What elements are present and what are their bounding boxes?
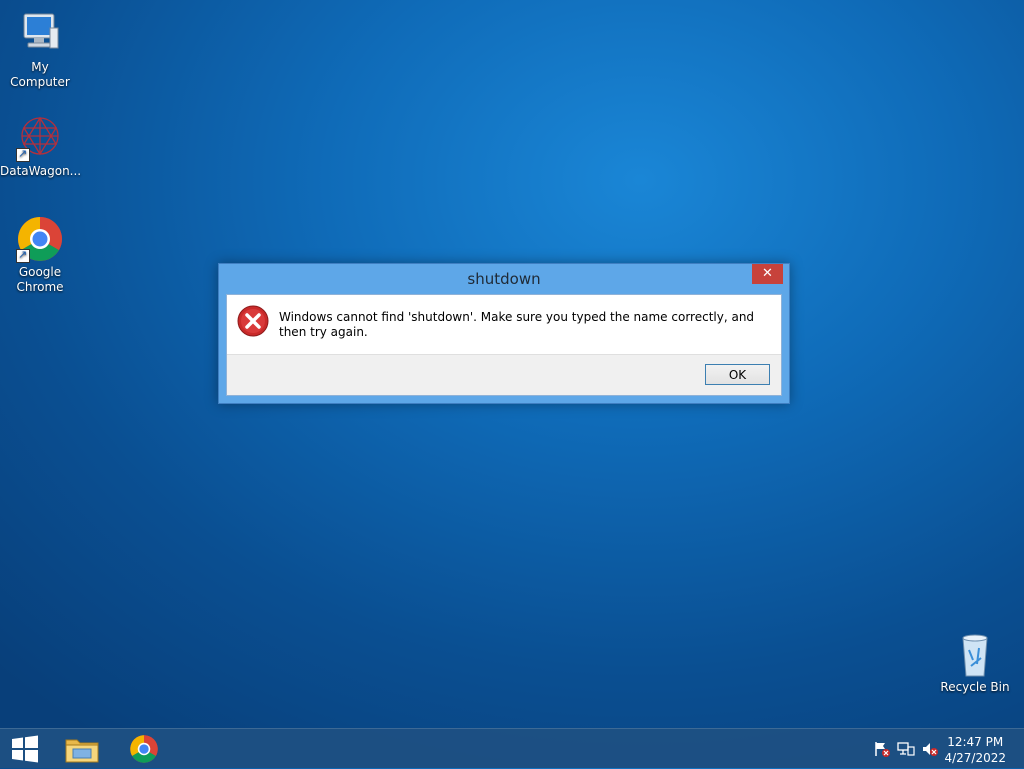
taskbar-chrome[interactable] xyxy=(120,729,168,769)
clock-time: 12:47 PM xyxy=(947,735,1004,749)
computer-icon xyxy=(16,10,64,58)
desktop-icon-label: My Computer xyxy=(10,60,70,89)
file-explorer-icon xyxy=(65,739,99,763)
volume-muted-icon[interactable] xyxy=(921,741,939,757)
desktop-icon-datawagon[interactable]: DataWagon... xyxy=(0,114,82,179)
desktop-icon-label: Recycle Bin xyxy=(940,680,1010,694)
shortcut-arrow-icon xyxy=(16,146,30,162)
windows-logo-icon xyxy=(12,735,38,763)
start-button[interactable] xyxy=(0,729,50,769)
network-icon[interactable] xyxy=(897,741,915,757)
close-icon: ✕ xyxy=(762,266,773,281)
taskbar: 12:47 PM 4/27/2022 xyxy=(0,728,1024,768)
desktop-icon-label: DataWagon... xyxy=(0,164,82,178)
action-center-flag-icon[interactable] xyxy=(873,741,891,757)
ok-button[interactable]: OK xyxy=(705,364,770,385)
desktop-icon-recycle-bin[interactable]: Recycle Bin xyxy=(935,630,1015,695)
dialog-title: shutdown xyxy=(467,270,541,288)
dialog-content: Windows cannot find 'shutdown'. Make sur… xyxy=(227,295,781,355)
chrome-icon xyxy=(130,735,158,763)
close-button[interactable]: ✕ xyxy=(752,264,783,284)
taskbar-clock[interactable]: 12:47 PM 4/27/2022 xyxy=(944,734,1006,766)
datawagon-icon xyxy=(16,114,64,162)
dialog-message: Windows cannot find 'shutdown'. Make sur… xyxy=(279,310,755,339)
error-dialog: shutdown ✕ Windows cannot find 'shutdown… xyxy=(218,263,790,404)
error-icon xyxy=(237,305,269,337)
taskbar-file-explorer[interactable] xyxy=(58,729,106,769)
desktop-icon-label: Google Chrome xyxy=(16,265,64,294)
desktop-icon-my-computer[interactable]: My Computer xyxy=(0,10,80,90)
dialog-body: Windows cannot find 'shutdown'. Make sur… xyxy=(226,294,782,396)
clock-date: 4/27/2022 xyxy=(944,751,1006,765)
chrome-icon xyxy=(16,215,64,263)
recycle-bin-icon xyxy=(951,630,999,678)
shortcut-arrow-icon xyxy=(16,247,30,263)
desktop-icon-google-chrome[interactable]: Google Chrome xyxy=(0,215,80,295)
